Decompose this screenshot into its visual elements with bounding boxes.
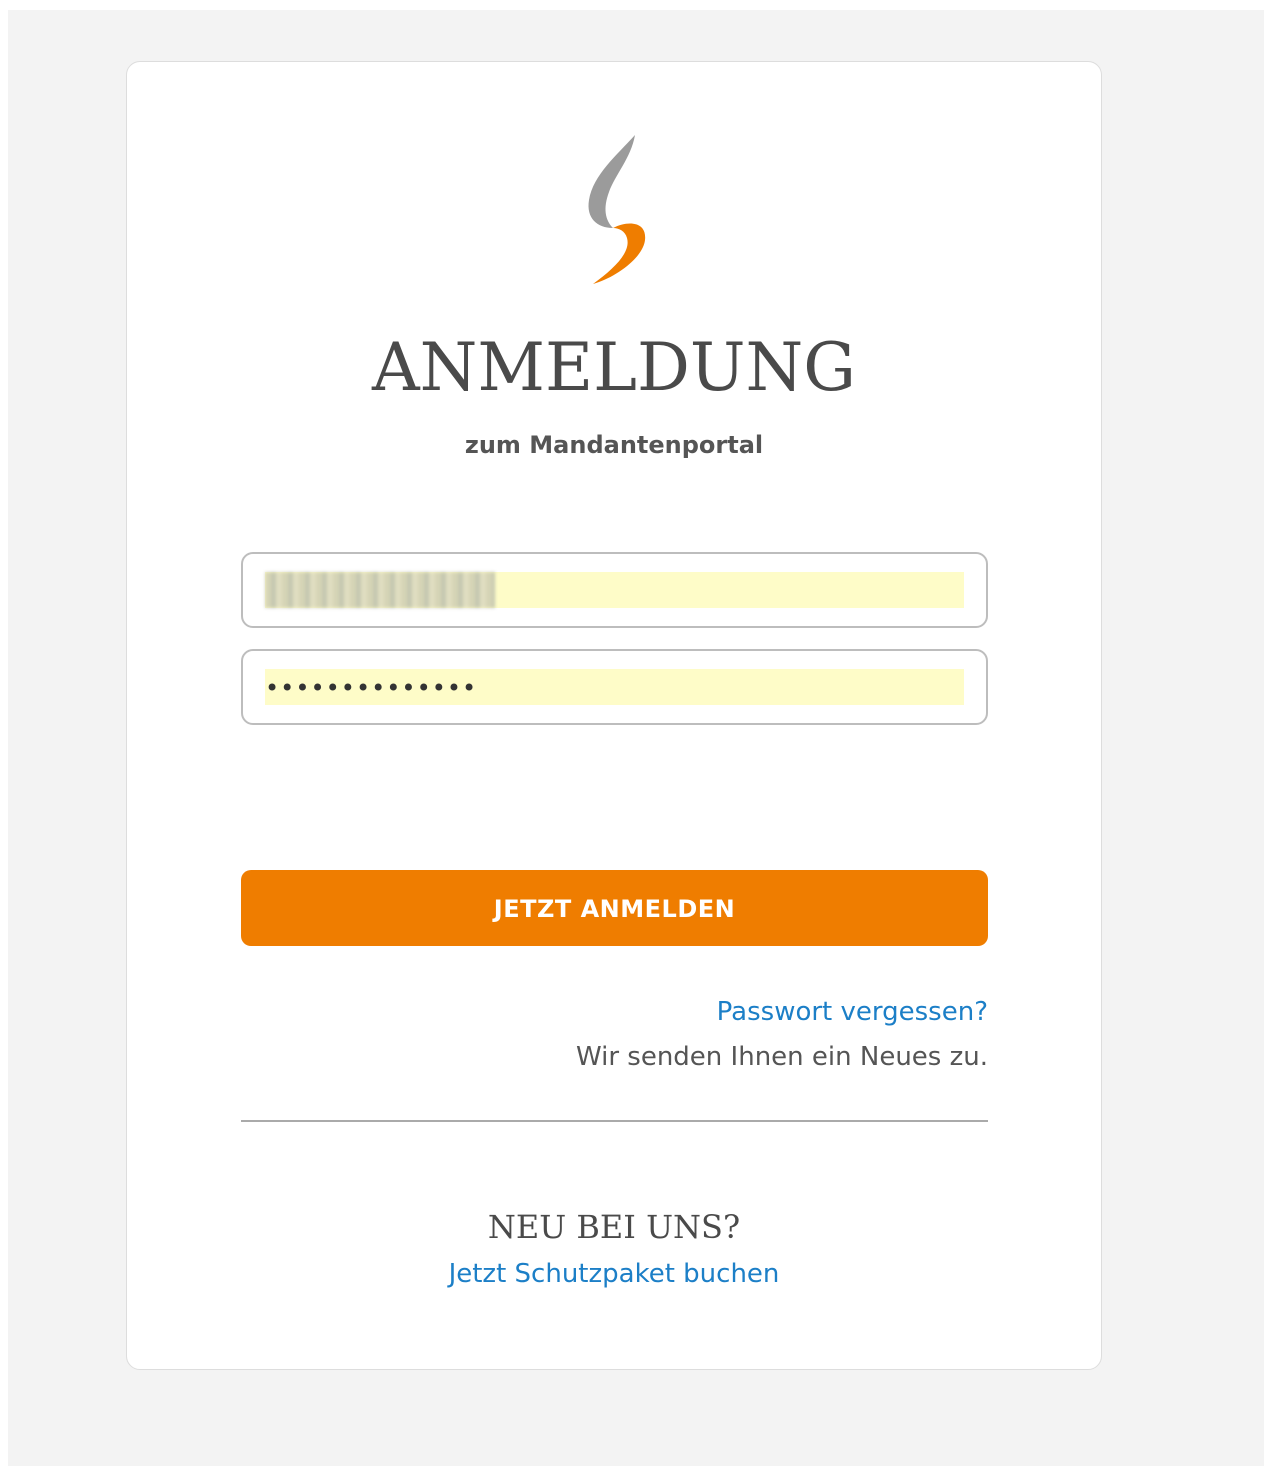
password-field[interactable]: ••••••••••••••	[241, 649, 988, 725]
email-value-redacted	[265, 572, 495, 608]
login-button[interactable]: JETZT ANMELDEN	[241, 870, 988, 946]
password-value: ••••••••••••••	[265, 674, 478, 702]
page-title: ANMELDUNG	[371, 329, 856, 406]
forgot-password-link[interactable]: Passwort vergessen?	[717, 995, 988, 1029]
divider	[241, 1120, 988, 1122]
new-customer-heading: NEU BEI UNS?	[487, 1208, 741, 1246]
page-subtitle: zum Mandantenportal	[464, 431, 764, 459]
brand-logo-icon	[588, 135, 646, 284]
email-field[interactable]	[241, 552, 988, 628]
forgot-password-note: Wir senden Ihnen ein Neues zu.	[575, 1042, 988, 1072]
book-package-link[interactable]: Jetzt Schutzpaket buchen	[126, 1257, 1102, 1291]
